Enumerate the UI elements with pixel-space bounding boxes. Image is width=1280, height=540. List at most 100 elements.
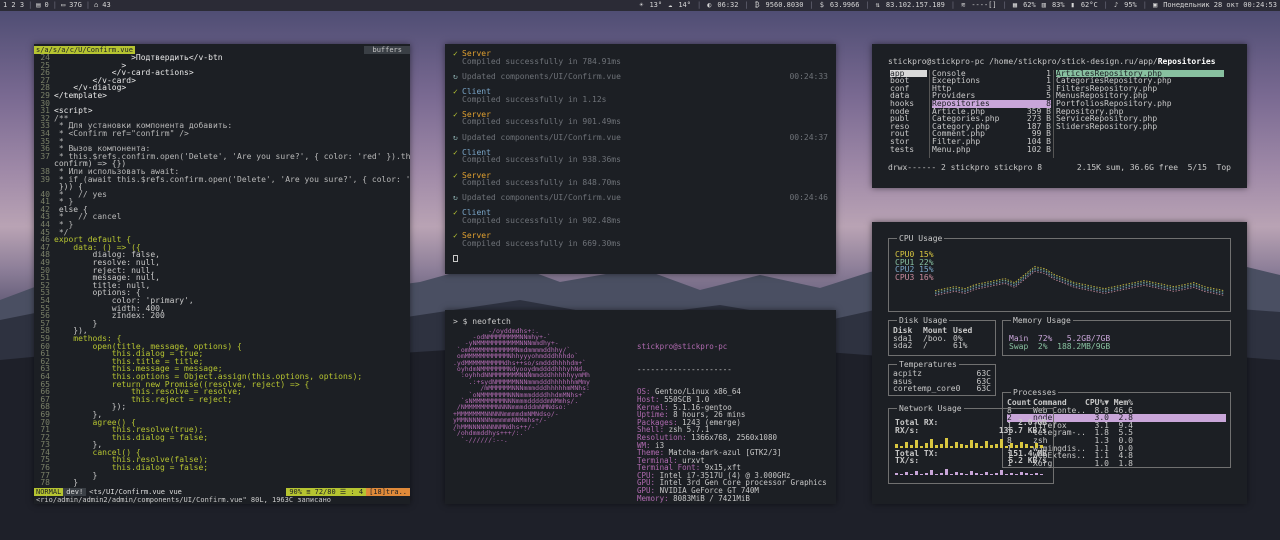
- status-bar: 1 2 3 | ▤ 0 | ▭ 37G | ⌂ 43 ☀ 13° ☁ 14° |…: [0, 0, 1280, 11]
- code-editor[interactable]: 24 >Подтвердить</v-btn 25 >26 </v-card-ac…: [34, 54, 410, 487]
- code-line[interactable]: 29 </template>: [36, 91, 410, 100]
- ranger-file-item[interactable]: Menu.php 102 B: [932, 145, 1051, 154]
- weather-next: 14°: [678, 1, 691, 9]
- build-name: Updated components/UI/Confirm.vue: [462, 193, 621, 203]
- ranger-preview-item[interactable]: SlidersRepository.php: [1056, 122, 1224, 131]
- vim-statusline: NORMAL dev! <ts/UI/Confirm.vue vue 90% ≡…: [34, 487, 410, 496]
- ranger-parent-column[interactable]: app boot conf data hooks node publ reso rout stor…: [888, 69, 930, 158]
- spark-bar: [950, 446, 953, 449]
- sunrise-time: 06:32: [717, 1, 739, 9]
- tx-label: TX/s:: [895, 456, 920, 466]
- spark-bar: [1035, 443, 1038, 449]
- gotop-monitor[interactable]: CPU Usage CPU0 15% CPU1 22% CPU2 15% CPU3 1…: [872, 222, 1247, 504]
- temperature-panel: Temperatures acpitz 63C asus 63C coretemp_co…: [888, 361, 996, 396]
- code-line[interactable]: 39 * if (await this.$refs.confirm.open('…: [36, 175, 410, 184]
- spark-bar: [1000, 469, 1003, 475]
- shell-prompt: > $ neofetch: [453, 317, 511, 326]
- rx-sparkline: [895, 438, 1043, 449]
- neofetch-terminal[interactable]: > $ neofetch -/oyddmdhs+:. -odNMMMMMMMMN…: [445, 310, 836, 504]
- code-line[interactable]: 77 }: [36, 471, 410, 480]
- weather-icon-2: ☁: [668, 1, 673, 9]
- build-detail: Compiled successfully in 848.70ms: [462, 178, 621, 188]
- code-text: }: [54, 478, 79, 488]
- volume-icon[interactable]: ♪: [1114, 0, 1118, 11]
- build-entry: ✓ Client Compiled successfully in 938.36ms: [453, 147, 828, 164]
- code-line[interactable]: 34 * <Confirm ref="confirm" />: [36, 129, 410, 138]
- tx-sparkline: [895, 468, 1043, 475]
- spark-bar: [920, 446, 923, 449]
- vim-position: 90% ≡ 72/80 ☰ : 4: [286, 487, 367, 496]
- memory-panel-title: Memory Usage: [1011, 316, 1073, 325]
- webpack-terminal[interactable]: ✓ Server Compiled successfully in 784.91ms…: [445, 44, 836, 274]
- code-line[interactable]: 44 * }: [36, 221, 410, 229]
- cpu-graph: [935, 266, 1224, 296]
- spark-bar: [935, 473, 938, 475]
- spark-bar: [945, 438, 948, 449]
- mem-usage: 83%: [1051, 1, 1065, 9]
- spark-bar: [925, 472, 928, 475]
- temperature-list: acpitz 63C asus 63C coretemp_core0 63C: [893, 370, 991, 393]
- reload-icon: ↻: [453, 71, 458, 81]
- spark-bar: [1030, 446, 1033, 449]
- spark-bar: [910, 445, 913, 449]
- spark-bar: [910, 473, 913, 475]
- cpu-temp: 62°C: [1080, 1, 1098, 9]
- reload-icon: ↻: [453, 132, 458, 142]
- spark-bar: [955, 471, 958, 475]
- ranger-dir-item[interactable]: tests: [890, 145, 927, 154]
- ranger-file-manager[interactable]: stickpro@stickpro-pc /home/stickpro/stic…: [872, 44, 1247, 188]
- vim-window[interactable]: s/a/s/a/c/U/Confirm.vue buffers 24 >Подт…: [34, 44, 410, 504]
- spark-bar: [940, 444, 943, 449]
- home-icon: ⌂: [94, 1, 99, 9]
- spark-bar: [1005, 446, 1008, 449]
- build-detail: Compiled successfully in 902.48ms: [462, 216, 621, 226]
- code-line[interactable]: 57 }: [36, 319, 410, 328]
- neofetch-separator: ---------------------: [637, 364, 732, 374]
- check-icon: ✓: [453, 208, 458, 218]
- check-icon: ✓: [453, 49, 458, 58]
- wifi-status: ----[]: [971, 1, 997, 9]
- spark-bar: [1020, 442, 1023, 449]
- cpu-icon: ▦: [1012, 1, 1018, 9]
- network-icon: ⇅: [875, 1, 880, 9]
- rx-rate: 136.7 KB/s: [998, 425, 1047, 435]
- cpu-line: [935, 269, 1224, 295]
- code-line[interactable]: 41 * }: [36, 198, 410, 206]
- ranger-preview-column[interactable]: ArticlesRepository.php CategoriesReposito…: [1054, 69, 1226, 158]
- system-info: OS: Gentoo/Linux x86_64 Host: 550SCB 1.0 K…: [637, 388, 827, 502]
- ranger-path: stickpro@stickpro-pc /home/stickpro/stic…: [888, 57, 1216, 66]
- build-entry: ✓ Client Compiled successfully in 902.48ms: [453, 209, 828, 224]
- vim-buffers-label: buffers: [364, 46, 410, 54]
- spark-bar: [1015, 445, 1018, 449]
- check-icon: ✓: [453, 147, 458, 157]
- git-branch: dev!: [63, 487, 87, 496]
- spark-bar: [980, 473, 983, 475]
- disk-panel-title: Disk Usage: [897, 316, 950, 325]
- spark-bar: [915, 470, 918, 475]
- volume-level[interactable]: 95%: [1124, 0, 1137, 11]
- code-line[interactable]: 31 <script>: [36, 107, 410, 115]
- code-line[interactable]: 40 * // yes: [36, 190, 410, 199]
- spark-bar: [990, 445, 993, 449]
- ranger-file-info: drwx------ 2 stickpro stickpro 8: [888, 162, 1043, 172]
- weather-now: 13°: [649, 1, 663, 9]
- clock: Понедельник 28 окт 00:24:53: [1163, 1, 1277, 9]
- network-panel-title: Network Usage: [897, 404, 964, 413]
- logo-line: `-//////:--.: [453, 435, 508, 444]
- workspace-list[interactable]: 1 2 3: [3, 0, 24, 11]
- code-line[interactable]: 43 * // cancel: [36, 213, 410, 221]
- spark-bar: [965, 473, 968, 475]
- disk-row: sda2/61%: [893, 341, 968, 351]
- build-detail: Compiled successfully in 1.12s: [462, 94, 607, 104]
- code-line[interactable]: 78 }: [36, 479, 410, 487]
- process-panel-title: Processes: [1011, 388, 1059, 397]
- cpu-legend-row: CPU3 16%: [895, 272, 934, 282]
- calendar-icon: ▣: [1152, 1, 1158, 9]
- build-time: 00:24:37: [789, 132, 828, 142]
- mem-swap: Swap 2% 188.2MB/9GB: [1009, 341, 1111, 351]
- ranger-current-column[interactable]: Console 1 Exceptions 1 Http 3 Providers 5 Reposi…: [930, 69, 1054, 158]
- dollar-icon: $: [819, 1, 824, 9]
- build-entry: ↻ Updated components/UI/Confirm.vue 00:24:…: [453, 132, 828, 142]
- bitcoin-icon: ₿: [754, 1, 760, 9]
- spark-bar: [945, 468, 948, 475]
